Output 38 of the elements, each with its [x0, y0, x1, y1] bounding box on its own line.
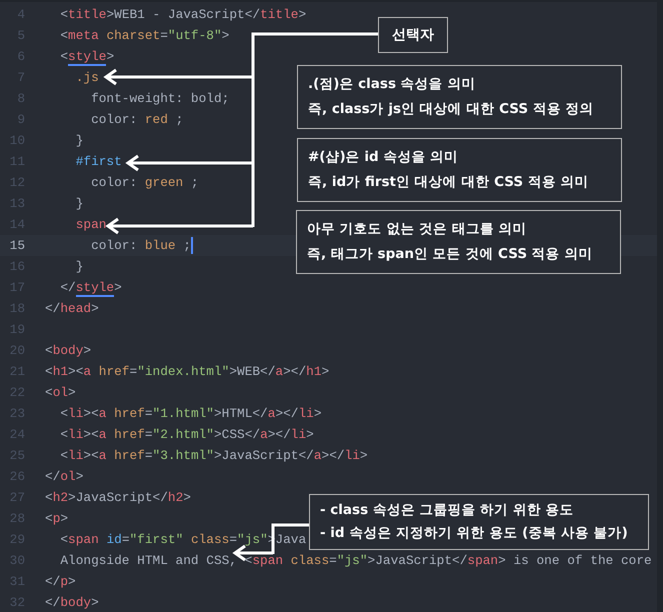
- code-line: <li><a href="3.html">JavaScript</a></li>: [59, 448, 368, 463]
- code-line: span: [74, 217, 106, 232]
- code-line: </ol>: [45, 469, 84, 484]
- code-line: <style>: [59, 49, 114, 64]
- code-line: <h1><a href="index.html">WEB</a></h1>: [45, 364, 330, 379]
- code-line: <ol>: [45, 385, 76, 400]
- code-line: <meta charset="utf-8">: [59, 28, 230, 43]
- callout-text: 즉, id가 first인 대상에 대한 CSS 적용 의미: [308, 173, 590, 192]
- callout-text: 아무 기호도 없는 것은 태그를 의미: [307, 220, 528, 239]
- code-line: }: [74, 196, 84, 211]
- code-line: Alongside HTML and CSS, <span class="js">JavaScript</span> is one of the core: [59, 553, 652, 568]
- code-line: }: [74, 259, 84, 274]
- code-line: <li><a href="2.html">CSS</a></li>: [59, 427, 314, 442]
- callout-text: - id 속성은 지정하기 위한 용도 (중복 사용 불가): [320, 524, 629, 543]
- callout-text: 즉, class가 js인 대상에 대한 CSS 적용 정의: [308, 100, 594, 119]
- code-line: <title>WEB1 - JavaScript</title>: [59, 7, 306, 22]
- code-line: <h2>JavaScript</h2>: [45, 490, 191, 505]
- code-line: </body>: [45, 595, 99, 610]
- callout-text: - class 속성은 그룹핑을 하기 위한 용도: [320, 501, 575, 520]
- code-line: .js: [74, 70, 99, 85]
- code-line: font-weight: bold;: [90, 91, 230, 106]
- callout-text: .(점)은 class 속성을 의미: [308, 75, 476, 94]
- code-line: }: [74, 133, 84, 148]
- text-cursor: [190, 237, 193, 254]
- code-line: </head>: [45, 301, 99, 316]
- code-line: color: blue ;: [90, 238, 191, 253]
- code-line: #first: [74, 154, 122, 169]
- callout-label: 선택자: [378, 17, 448, 53]
- callout-text: #(샵)은 id 속성을 의미: [308, 148, 460, 167]
- code-line: color: red ;: [90, 112, 184, 127]
- code-line: <p>: [45, 511, 68, 526]
- code-line: <body>: [45, 343, 92, 358]
- code-line: color: green ;: [90, 175, 199, 190]
- code-line: </p>: [45, 574, 76, 589]
- line-number: 15: [8, 238, 25, 253]
- callout-text: 즉, 태그가 span인 모든 것에 CSS 적용 의미: [307, 245, 594, 264]
- code-line: <li><a href="1.html">HTML</a></li>: [59, 406, 322, 421]
- code-line: </style>: [59, 280, 122, 295]
